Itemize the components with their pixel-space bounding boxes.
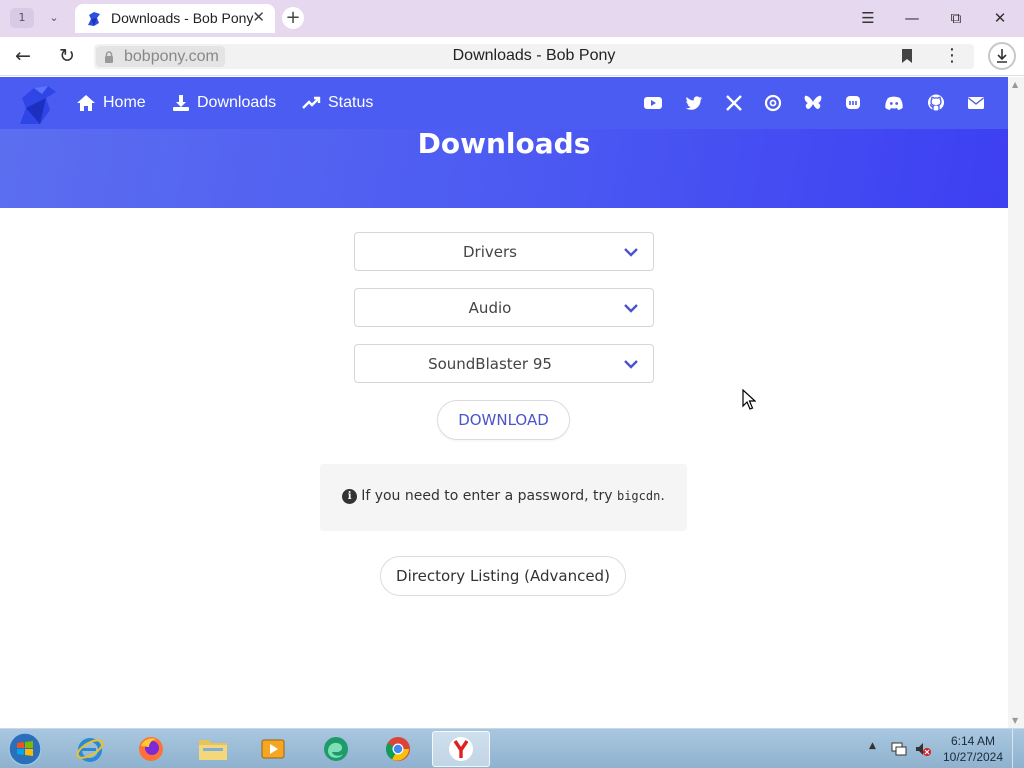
site-navbar: Home Downloads Status <box>0 77 1008 129</box>
new-tab-button[interactable]: + <box>282 7 304 29</box>
tray-expand-icon[interactable]: ▲ <box>869 741 876 751</box>
nav-status-link[interactable]: Status <box>302 91 373 115</box>
category-select[interactable]: Drivers <box>354 232 654 271</box>
windows-taskbar: ▲ 6:14 AM 10/27/2024 <box>0 728 1024 768</box>
bobpony-logo-icon[interactable] <box>12 80 62 130</box>
media-player-icon <box>261 739 285 759</box>
edge-icon <box>324 737 348 761</box>
github-icon[interactable] <box>926 93 946 113</box>
x-icon[interactable] <box>724 93 744 113</box>
url-pill[interactable]: bobpony.com <box>96 46 225 67</box>
nav-downloads-label: Downloads <box>197 94 277 111</box>
bookmark-icon[interactable] <box>897 46 917 66</box>
directory-listing-button[interactable]: Directory Listing (Advanced) <box>380 556 626 596</box>
downloads-button[interactable] <box>988 42 1016 70</box>
password-code: bigcdn <box>616 489 661 503</box>
minimize-icon[interactable]: — <box>900 7 924 29</box>
hero-banner: Home Downloads Status Downloads <box>0 77 1008 208</box>
taskbar-internet-explorer[interactable] <box>65 731 115 767</box>
lock-icon <box>105 50 113 63</box>
scroll-down-icon[interactable]: ▼ <box>1012 716 1018 725</box>
chevron-down-icon <box>624 304 638 313</box>
internet-explorer-icon <box>76 738 104 762</box>
mouse-cursor-icon <box>742 389 756 410</box>
note-text: If you need to enter a password, try <box>361 488 617 504</box>
taskbar-file-explorer[interactable] <box>188 731 238 767</box>
item-select[interactable]: SoundBlaster 95 <box>354 344 654 383</box>
clock-time: 6:14 AM <box>950 734 996 748</box>
system-clock[interactable]: 6:14 AM 10/27/2024 <box>940 733 1006 765</box>
tab-close-icon[interactable]: ✕ <box>252 8 265 26</box>
browser-menu-icon[interactable]: ☰ <box>856 7 880 29</box>
discord-icon[interactable] <box>884 93 904 113</box>
bluesky-icon[interactable] <box>803 93 823 113</box>
taskbar-chrome[interactable] <box>373 731 423 767</box>
threads-icon[interactable] <box>763 93 783 113</box>
twitter-icon[interactable] <box>684 93 704 113</box>
show-desktop-button[interactable] <box>1012 729 1024 768</box>
mastodon-icon[interactable] <box>843 93 863 113</box>
page-title: Downloads - Bob Pony <box>452 47 616 64</box>
download-button[interactable]: DOWNLOAD <box>437 400 570 440</box>
clock-date: 10/27/2024 <box>942 750 1004 764</box>
windows-start-icon[interactable] <box>6 731 44 767</box>
url-text: bobpony.com <box>124 47 219 65</box>
page-viewport: Home Downloads Status Downloads Drivers … <box>0 77 1008 728</box>
back-arrow-icon[interactable]: ← <box>10 44 36 68</box>
firefox-icon <box>139 737 163 761</box>
tab-list-chevron-icon[interactable]: ⌄ <box>42 8 66 28</box>
yandex-browser-icon <box>449 737 473 761</box>
note-period: . <box>660 488 665 504</box>
subcategory-select[interactable]: Audio <box>354 288 654 327</box>
subcategory-select-value: Audio <box>468 299 512 317</box>
youtube-icon[interactable] <box>643 93 663 113</box>
nav-status-label: Status <box>328 94 374 111</box>
nav-home-label: Home <box>103 94 146 111</box>
download-button-label: DOWNLOAD <box>458 411 549 429</box>
chrome-icon <box>385 737 410 761</box>
tab-title: Downloads - Bob Pony <box>111 10 254 26</box>
home-icon <box>77 95 95 111</box>
more-menu-icon[interactable]: ⋮ <box>942 45 962 67</box>
password-note-text: i If you need to enter a password, try bi… <box>320 488 687 504</box>
password-note: i If you need to enter a password, try bi… <box>320 464 687 531</box>
page-scrollbar[interactable]: ▲ ▼ <box>1008 77 1024 728</box>
chevron-down-icon <box>624 248 638 257</box>
chevron-down-icon <box>624 360 638 369</box>
taskbar-edge[interactable] <box>311 731 361 767</box>
item-select-value: SoundBlaster 95 <box>428 355 552 373</box>
reload-icon[interactable]: ↻ <box>54 44 80 68</box>
tab-count-button[interactable]: 1 <box>10 8 34 28</box>
category-select-value: Drivers <box>463 243 517 261</box>
info-icon: i <box>342 489 358 504</box>
bobpony-favicon-icon <box>88 12 100 26</box>
download-arrow-icon <box>997 49 1007 63</box>
volume-muted-icon[interactable] <box>914 740 932 758</box>
taskbar-firefox[interactable] <box>126 731 176 767</box>
taskbar-media-player[interactable] <box>248 731 298 767</box>
url-field[interactable]: bobpony.com Downloads - Bob Pony <box>94 44 974 69</box>
nav-home-link[interactable]: Home <box>76 91 146 115</box>
network-icon[interactable] <box>890 740 908 758</box>
active-tab[interactable]: Downloads - Bob Pony ✕ <box>75 4 275 33</box>
hero-title: Downloads <box>417 127 591 160</box>
directory-listing-label: Directory Listing (Advanced) <box>396 567 610 585</box>
mail-icon[interactable] <box>966 93 986 113</box>
scroll-up-icon[interactable]: ▲ <box>1012 80 1018 89</box>
close-window-icon[interactable]: ✕ <box>988 7 1012 29</box>
trending-up-icon <box>302 96 321 109</box>
folder-icon <box>199 740 227 760</box>
restore-icon[interactable]: ⧉ <box>944 7 968 29</box>
download-icon <box>173 95 189 111</box>
browser-tab-bar: 1 ⌄ Downloads - Bob Pony ✕ + ☰ — ⧉ ✕ <box>0 0 1024 37</box>
taskbar-yandex-browser[interactable] <box>432 731 490 767</box>
address-bar: ← ↻ bobpony.com Downloads - Bob Pony ⋮ <box>0 37 1024 76</box>
nav-downloads-link[interactable]: Downloads <box>172 91 276 115</box>
